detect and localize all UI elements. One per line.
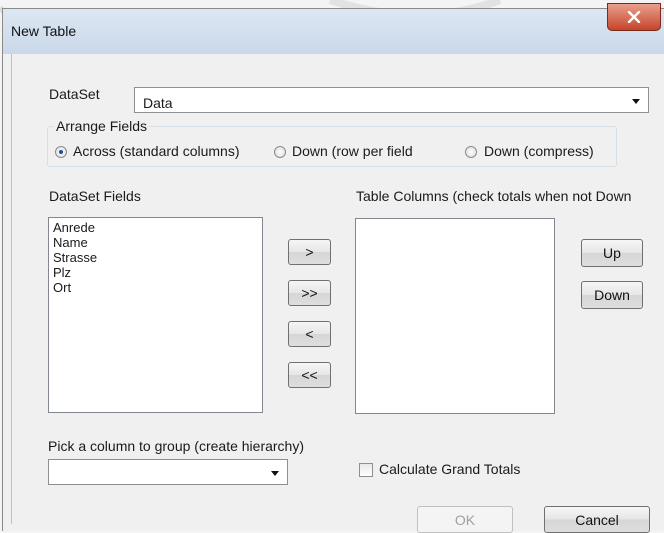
dialog-title: New Table [11, 23, 77, 39]
table-columns-label: Table Columns (check totals when not Dow… [356, 188, 632, 204]
ok-button[interactable]: OK [417, 506, 513, 533]
move-up-button[interactable]: Up [581, 239, 643, 267]
remove-all-fields-button[interactable]: << [288, 362, 331, 388]
list-item[interactable]: Plz [49, 265, 262, 280]
dataset-fields-list[interactable]: Anrede Name Strasse Plz Ort [48, 217, 263, 413]
radio-down-compress-label[interactable]: Down (compress) [484, 143, 594, 159]
move-down-button[interactable]: Down [581, 281, 643, 309]
grand-totals-label[interactable]: Calculate Grand Totals [379, 461, 520, 477]
add-all-fields-button[interactable]: >> [288, 280, 331, 306]
list-item[interactable]: Strasse [49, 250, 262, 265]
cancel-button[interactable]: Cancel [544, 506, 650, 533]
close-icon [627, 11, 641, 23]
radio-down-compress[interactable] [465, 146, 477, 158]
radio-down-row-per-field-label[interactable]: Down (row per field [292, 143, 413, 159]
arrange-fields-title: Arrange Fields [54, 118, 150, 134]
new-table-dialog: New Table DataSet Data Arrange Fields Ac… [2, 3, 664, 533]
list-item[interactable]: Anrede [49, 220, 262, 235]
dataset-select[interactable]: Data [134, 87, 649, 113]
dialog-body: DataSet Data Arrange Fields Across (stan… [11, 54, 664, 533]
radio-across-label[interactable]: Across (standard columns) [73, 143, 240, 159]
chevron-down-icon [271, 471, 279, 476]
grand-totals-checkbox[interactable] [359, 463, 373, 477]
group-column-label: Pick a column to group (create hierarchy… [48, 438, 304, 454]
chevron-down-icon [632, 99, 640, 104]
title-bar: New Table [3, 3, 664, 54]
radio-down-row-per-field[interactable] [274, 146, 286, 158]
radio-across[interactable] [55, 146, 67, 158]
remove-field-button[interactable]: < [288, 321, 331, 347]
table-columns-list[interactable] [355, 218, 555, 414]
dataset-fields-label: DataSet Fields [49, 188, 141, 204]
list-item[interactable]: Ort [49, 280, 262, 295]
list-item[interactable]: Name [49, 235, 262, 250]
dataset-label: DataSet [49, 86, 100, 102]
group-column-select[interactable] [48, 459, 288, 485]
dataset-select-value: Data [143, 95, 173, 111]
add-field-button[interactable]: > [288, 239, 331, 265]
close-button[interactable] [607, 3, 661, 31]
